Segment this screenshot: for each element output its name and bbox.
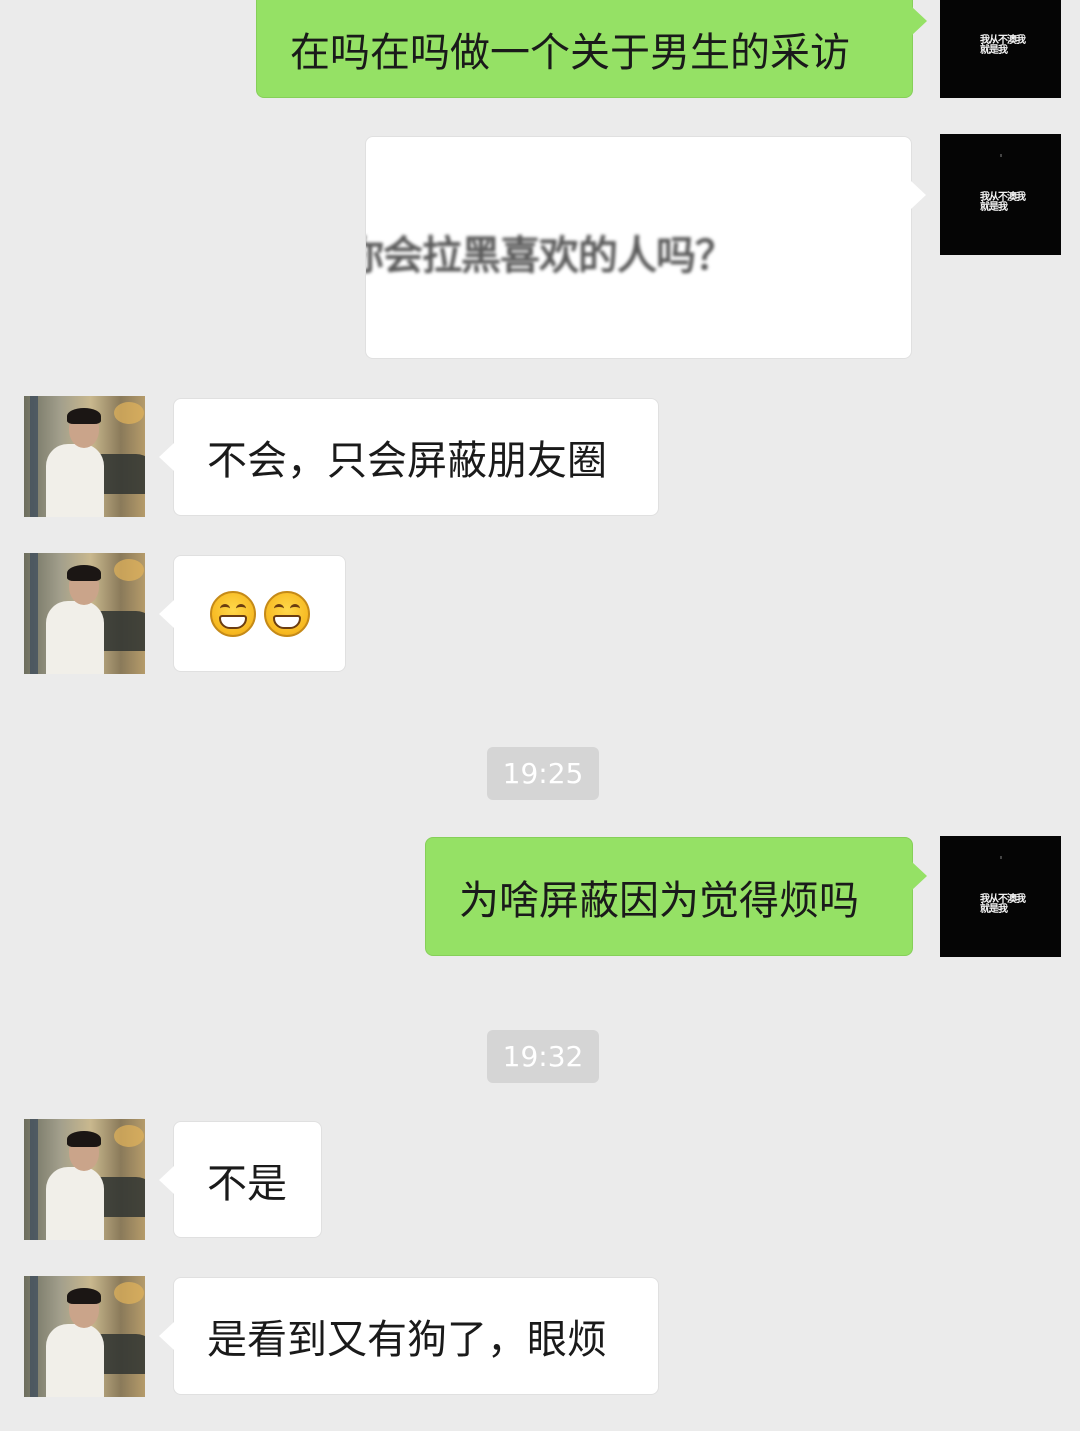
- avatar-photo-part: [114, 402, 144, 424]
- message-bubble-other[interactable]: [159, 555, 346, 672]
- grinning-face-icon: [264, 590, 310, 637]
- message-bubble-self[interactable]: 在吗在吗做一个关于男生的采访: [256, 0, 927, 98]
- message-image-self[interactable]: 你会拉黑喜欢的人吗？: [365, 136, 926, 360]
- avatar-decoration: [1000, 856, 1002, 859]
- self-avatar[interactable]: 我从不澳我就是我: [940, 134, 1061, 255]
- avatar-photo-part: [30, 553, 38, 674]
- self-avatar[interactable]: 我从不澳我就是我: [940, 836, 1061, 957]
- message-text: 不会，只会屏蔽朋友圈: [207, 438, 607, 484]
- other-avatar[interactable]: [24, 553, 145, 674]
- avatar-photo-part: [67, 565, 101, 581]
- avatar-photo-part: [114, 1282, 144, 1304]
- avatar-decoration: [1000, 154, 1002, 157]
- chat-window[interactable]: 在吗在吗做一个关于男生的采访 我从不澳我就是我 你会拉黑喜欢的人吗？ 我从不澳我…: [0, 0, 1080, 1431]
- avatar-photo-part: [67, 1131, 101, 1147]
- timestamp-badge: 19:25: [487, 747, 599, 800]
- avatar-photo-part: [114, 559, 144, 581]
- message-bubble-self[interactable]: 为啥屏蔽因为觉得烦吗: [425, 837, 927, 956]
- image-clip: 你会拉黑喜欢的人吗？: [366, 137, 913, 360]
- message-text: 不是: [207, 1160, 287, 1207]
- avatar-photo-part: [46, 1324, 104, 1397]
- avatar-photo-part: [30, 1119, 38, 1240]
- message-text: 为啥屏蔽因为觉得烦吗: [459, 877, 859, 924]
- image-quote-text: 你会拉黑喜欢的人吗？: [366, 233, 735, 279]
- avatar-photo-part: [46, 1167, 104, 1240]
- message-text: 是看到又有狗了，眼烦: [207, 1317, 607, 1363]
- avatar-text: 我从不澳我就是我: [980, 35, 1026, 56]
- message-text: 在吗在吗做一个关于男生的采访: [290, 30, 850, 76]
- avatar-photo-part: [46, 444, 104, 517]
- timestamp-badge: 19:32: [487, 1030, 599, 1083]
- other-avatar[interactable]: [24, 1276, 145, 1397]
- avatar-text: 我从不澳我就是我: [980, 894, 1026, 915]
- message-bubble-other[interactable]: 不会，只会屏蔽朋友圈: [159, 398, 659, 516]
- grinning-face-icon: [210, 590, 256, 637]
- avatar-photo-part: [114, 1125, 144, 1147]
- avatar-photo-part: [67, 1288, 101, 1304]
- other-avatar[interactable]: [24, 396, 145, 517]
- message-bubble-other[interactable]: 不是: [159, 1121, 322, 1238]
- avatar-photo-part: [30, 396, 38, 517]
- avatar-photo-part: [67, 408, 101, 424]
- avatar-text: 我从不澳我就是我: [980, 192, 1026, 213]
- message-bubble-other[interactable]: 是看到又有狗了，眼烦: [159, 1277, 659, 1395]
- other-avatar[interactable]: [24, 1119, 145, 1240]
- avatar-photo-part: [46, 601, 104, 674]
- avatar-photo-part: [30, 1276, 38, 1397]
- self-avatar[interactable]: 我从不澳我就是我: [940, 0, 1061, 98]
